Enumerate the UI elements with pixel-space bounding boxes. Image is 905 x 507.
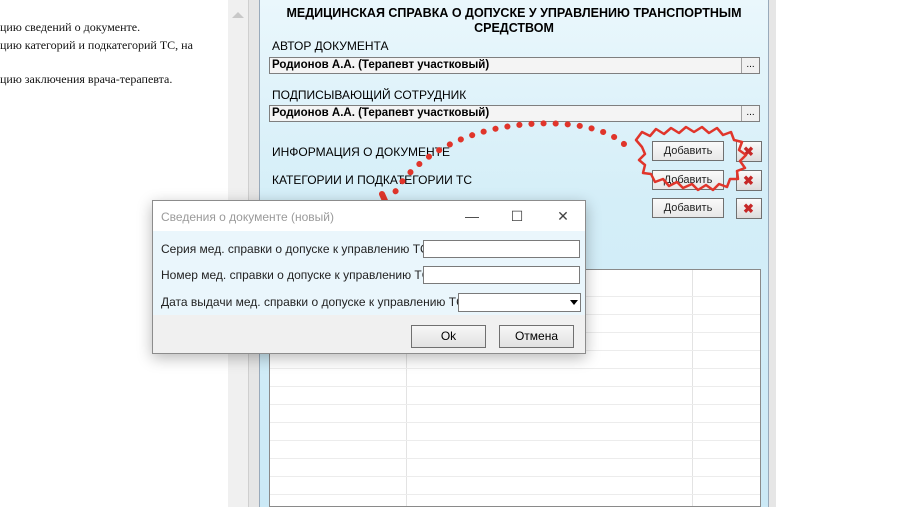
grid-row-line	[270, 386, 760, 387]
author-value: Родионов А.А. (Терапевт участковый)	[272, 59, 490, 71]
date-picker[interactable]	[458, 293, 581, 312]
chevron-down-icon[interactable]	[570, 300, 578, 305]
dialog-body: Серия мед. справки о допуске к управлени…	[153, 231, 585, 315]
grid-row-line	[270, 404, 760, 405]
document-line: цию заключения врача-терапевта.	[0, 72, 173, 86]
add-document-info-button[interactable]: Добавить	[652, 141, 724, 161]
dialog-title: Сведения о документе (новый)	[161, 210, 335, 224]
scroll-up-arrow-icon[interactable]	[232, 12, 244, 18]
delete-icon: ✖	[743, 173, 754, 188]
add-categories-button[interactable]: Добавить	[652, 170, 724, 190]
document-line: цию категорий и подкатегорий ТС, на	[0, 38, 193, 52]
ok-button[interactable]: Ok	[411, 325, 486, 348]
series-input[interactable]	[423, 240, 580, 258]
dialog-titlebar[interactable]: Сведения о документе (новый) — ☐ ✕	[153, 201, 585, 231]
add-conclusion-button[interactable]: Добавить	[652, 198, 724, 218]
signer-field[interactable]: Родионов А.А. (Терапевт участковый) ...	[269, 105, 760, 122]
author-label: АВТОР ДОКУМЕНТА	[272, 39, 389, 53]
date-label: Дата выдачи мед. справки о допуске к упр…	[161, 295, 469, 309]
grid-column-divider	[692, 270, 693, 506]
signer-value: Родионов А.А. (Терапевт участковый)	[272, 107, 490, 119]
blank-area	[776, 0, 905, 507]
delete-categories-button[interactable]: ✖	[736, 170, 762, 191]
grid-row-line	[270, 476, 760, 477]
close-icon[interactable]: ✕	[548, 207, 578, 225]
grid-row-line	[270, 422, 760, 423]
cancel-button[interactable]: Отмена	[499, 325, 574, 348]
form-title: МЕДИЦИНСКАЯ СПРАВКА О ДОПУСКЕ У УПРАВЛЕН…	[260, 6, 768, 36]
grid-row-line	[270, 368, 760, 369]
categories-label: КАТЕГОРИИ И ПОДКАТЕГОРИИ ТС	[272, 173, 473, 187]
grid-row-line	[270, 494, 760, 495]
form-title-line1: МЕДИЦИНСКАЯ СПРАВКА О ДОПУСКЕ У УПРАВЛЕН…	[286, 6, 742, 20]
delete-document-info-button[interactable]: ✖	[736, 141, 762, 162]
form-title-line2: СРЕДСТВОМ	[474, 21, 554, 35]
grid-row-line	[270, 440, 760, 441]
series-label: Серия мед. справки о допуске к управлени…	[161, 242, 433, 256]
document-info-dialog: Сведения о документе (новый) — ☐ ✕ Серия…	[152, 200, 586, 354]
number-label: Номер мед. справки о допуске к управлени…	[161, 268, 434, 282]
signer-label: ПОДПИСЫВАЮЩИЙ СОТРУДНИК	[272, 88, 467, 102]
signer-picker-button[interactable]: ...	[741, 106, 759, 121]
author-picker-button[interactable]: ...	[741, 58, 759, 73]
number-input[interactable]	[423, 266, 580, 284]
delete-icon: ✖	[743, 144, 754, 159]
delete-conclusion-button[interactable]: ✖	[736, 198, 762, 219]
minimize-icon[interactable]: —	[457, 207, 487, 225]
maximize-icon[interactable]: ☐	[502, 207, 532, 225]
delete-icon: ✖	[743, 201, 754, 216]
grid-row-line	[270, 458, 760, 459]
document-info-label: ИНФОРМАЦИЯ О ДОКУМЕНТЕ	[272, 145, 450, 159]
author-field[interactable]: Родионов А.А. (Терапевт участковый) ...	[269, 57, 760, 74]
document-line: цию сведений о документе.	[0, 20, 141, 34]
